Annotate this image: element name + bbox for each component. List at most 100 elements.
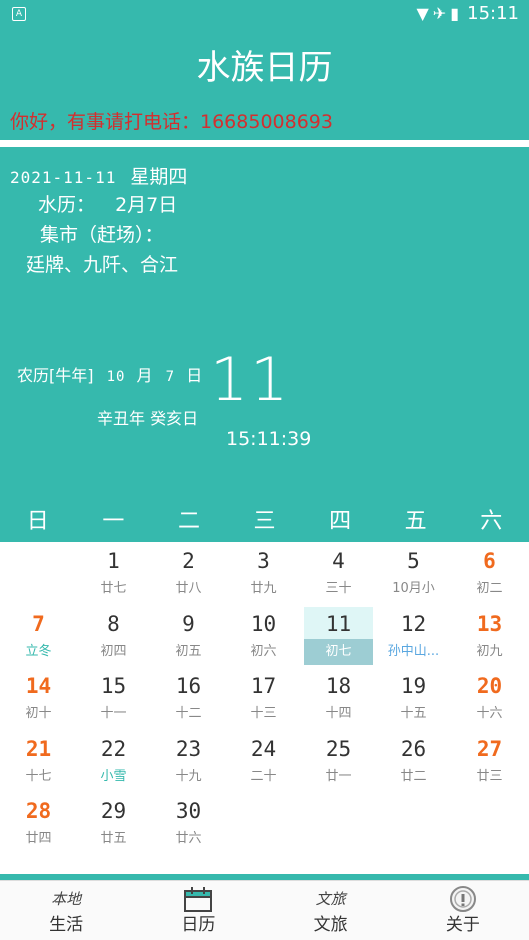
weekday-mon: 一 xyxy=(102,509,125,534)
day-number: 5 xyxy=(407,549,420,573)
lunar-day-label: 十九 xyxy=(175,768,202,784)
day-cell[interactable]: 2 廿八 xyxy=(151,544,226,606)
lunar-day-label: 廿五 xyxy=(100,831,127,846)
nav-calendar[interactable]: 日历 xyxy=(132,881,264,940)
lunar-day-label: 廿七 xyxy=(100,581,127,596)
day-cell[interactable]: 12 孙中山... xyxy=(376,607,451,669)
weekday-tue: 二 xyxy=(177,509,200,534)
bendi-icon: 本地 xyxy=(51,890,82,908)
nav-travel[interactable]: 文旅 文旅 xyxy=(265,881,397,940)
day-cell[interactable]: 23 十九 xyxy=(151,732,226,794)
day-cell[interactable]: 24 二十 xyxy=(226,732,301,794)
day-number: 10 xyxy=(250,611,277,636)
lunar-month-word: 月 xyxy=(136,366,153,385)
shui-calendar-label: 水历： xyxy=(38,194,96,216)
day-cell[interactable]: 6 初二 xyxy=(452,544,527,606)
day-cell[interactable]: 13 初九 xyxy=(452,607,527,669)
lunar-day-label: 廿六 xyxy=(175,831,202,846)
current-weekday: 星期四 xyxy=(130,166,188,188)
weekday-fri: 五 xyxy=(404,509,427,534)
nav-about[interactable]: 关于 xyxy=(397,881,529,940)
lunar-day-label: 初十 xyxy=(25,706,52,721)
day-cell[interactable]: 10 初六 xyxy=(226,607,301,669)
day-cell[interactable]: 4 三十 xyxy=(301,544,376,606)
lunar-day-label: 十三 xyxy=(250,706,277,721)
day-cell[interactable]: 26 廿二 xyxy=(376,732,451,794)
contact-notice[interactable]: 你好，有事请打电话：16685008693 xyxy=(10,107,333,134)
day-number: 15 xyxy=(100,674,127,698)
market-value: 廷牌、九阡、合江 xyxy=(26,254,179,276)
day-cell[interactable]: 29 廿五 xyxy=(76,794,151,856)
day-number: 1 xyxy=(107,549,120,573)
lunar-day-word: 日 xyxy=(186,366,203,385)
lunar-day-label: 初六 xyxy=(250,643,277,659)
nav-about-label: 关于 xyxy=(445,915,480,935)
day-cell[interactable]: 14 初十 xyxy=(1,669,76,731)
day-cell[interactable]: 11 初七 xyxy=(301,606,376,669)
lunar-day-label: 十六 xyxy=(476,706,503,721)
day-number: 6 xyxy=(483,549,496,573)
lunar-day-label: 二十 xyxy=(250,768,277,784)
day-number: 3 xyxy=(257,549,270,573)
lunar-day-label: 十一 xyxy=(100,706,127,721)
status-bar: A ▼✈▮ 15:11 xyxy=(0,0,529,28)
day-cell[interactable]: 30 廿六 xyxy=(151,794,226,856)
day-cell[interactable]: 27 廿三 xyxy=(452,732,527,794)
day-number: 13 xyxy=(476,611,503,636)
app-title: 水族日历 xyxy=(196,48,333,88)
lunar-day-label: 十四 xyxy=(325,706,352,721)
day-number: 12 xyxy=(400,611,427,636)
day-cell[interactable]: 18 十四 xyxy=(301,669,376,731)
day-number: 11 xyxy=(304,606,373,639)
day-number: 19 xyxy=(400,674,427,698)
day-cell[interactable]: 5 10月小 xyxy=(376,544,451,606)
market-label: 集市（赶场）： xyxy=(40,224,164,246)
day-cell[interactable]: 16 十二 xyxy=(151,669,226,731)
day-number: 20 xyxy=(476,674,503,698)
header-panel: A ▼✈▮ 15:11 水族日历 你好，有事请打电话：16685008693 2… xyxy=(0,0,529,500)
nav-life[interactable]: 本地 生活 xyxy=(0,881,132,940)
status-time: 15:11 xyxy=(467,3,519,24)
day-cell[interactable]: 25 廿一 xyxy=(301,732,376,794)
day-cell[interactable]: 17 十三 xyxy=(226,669,301,731)
lunar-day-label: 立冬 xyxy=(25,643,52,659)
lunar-day-label: 十五 xyxy=(400,706,427,721)
nav-life-label: 生活 xyxy=(49,915,84,935)
weekday-sat: 六 xyxy=(480,509,503,534)
lunar-day-label: 廿四 xyxy=(25,831,52,846)
weekday-sun: 日 xyxy=(26,509,49,534)
day-cell[interactable]: 21 十七 xyxy=(1,732,76,794)
lunar-prefix: 农历[牛年] xyxy=(17,366,94,385)
day-number: 29 xyxy=(100,799,127,823)
day-number: 30 xyxy=(175,799,202,823)
calendar-icon xyxy=(132,881,264,915)
ganzhi-text: 辛丑年 癸亥日 xyxy=(97,409,199,428)
nav-travel-label: 文旅 xyxy=(313,915,348,935)
day-number: 17 xyxy=(250,674,277,698)
lunar-day-label: 初二 xyxy=(476,581,503,596)
lunar-day-label: 廿九 xyxy=(250,581,277,596)
day-number: 7 xyxy=(32,611,45,636)
day-cell[interactable]: 20 十六 xyxy=(452,669,527,731)
notification-icon: A xyxy=(12,7,26,21)
day-number: 28 xyxy=(25,799,52,823)
day-cell[interactable]: 28 廿四 xyxy=(1,794,76,856)
day-number: 26 xyxy=(400,736,427,761)
shui-calendar-value: 2月7日 xyxy=(115,194,178,216)
day-cell[interactable]: 15 十一 xyxy=(76,669,151,731)
bottom-navigation: 本地 生活 日历 文旅 文旅 关于 xyxy=(0,880,529,940)
day-cell[interactable]: 22 小雪 xyxy=(76,732,151,794)
lunar-day-label: 十七 xyxy=(25,768,52,784)
day-cell[interactable]: 7 立冬 xyxy=(1,607,76,669)
day-number: 25 xyxy=(325,736,352,761)
day-cell[interactable]: 3 廿九 xyxy=(226,544,301,606)
day-cell[interactable]: 9 初五 xyxy=(151,607,226,669)
lunar-day-label: 小雪 xyxy=(100,768,127,784)
lunar-day-number: 7 xyxy=(165,369,176,385)
day-number: 23 xyxy=(175,736,202,761)
day-cell[interactable]: 19 十五 xyxy=(376,669,451,731)
day-cell[interactable]: 1 廿七 xyxy=(76,544,151,606)
day-cell[interactable]: 8 初四 xyxy=(76,607,151,669)
day-number: 16 xyxy=(175,674,202,698)
lunar-day-label: 孙中山... xyxy=(387,643,440,659)
